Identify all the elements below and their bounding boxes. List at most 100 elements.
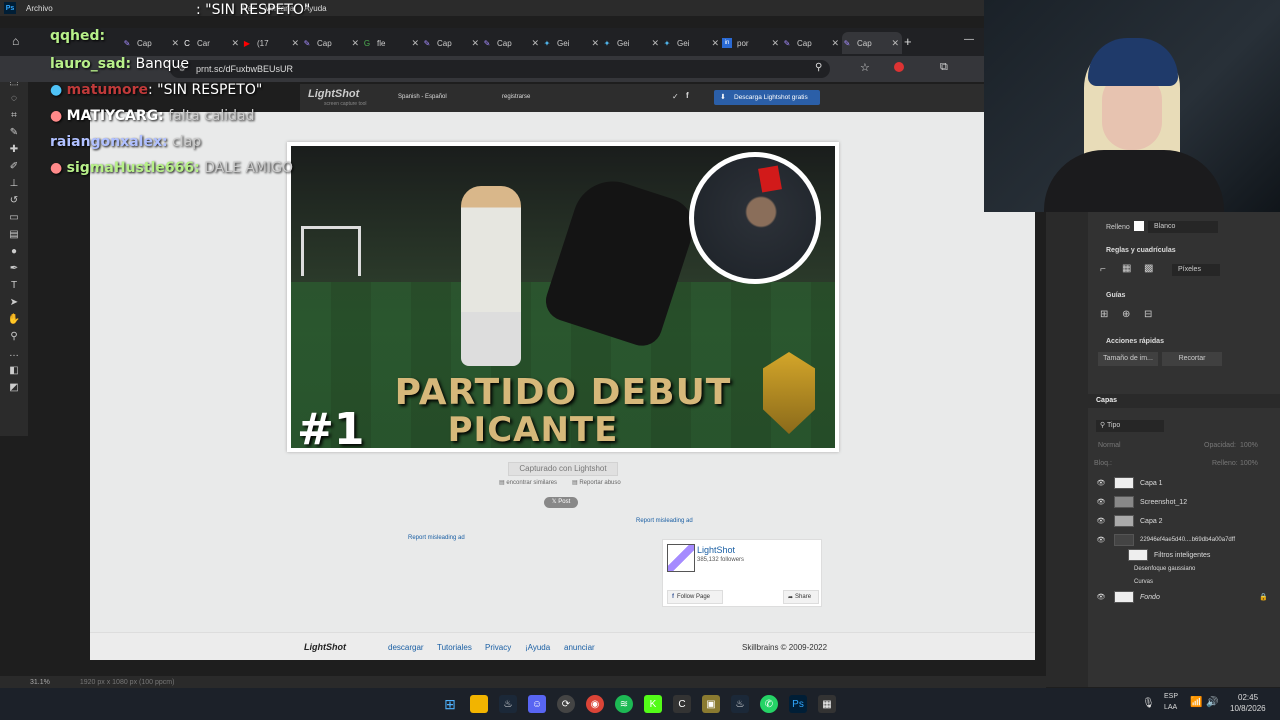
screenshot-image[interactable]: PARTIDO DEBUT PICANTE #1 xyxy=(287,142,839,452)
guides-section-title[interactable]: Guías xyxy=(1088,288,1125,302)
fill-dropdown[interactable]: Blanco xyxy=(1148,221,1218,233)
download-lightshot-button[interactable]: ⬇ Descarga Lightshot gratis xyxy=(714,90,820,105)
footer-link-ayuda[interactable]: ¡Ayuda xyxy=(525,643,550,652)
lasso-tool-icon[interactable]: ◌ xyxy=(0,90,28,107)
browser-tab[interactable]: ✦ Gei ✕ xyxy=(602,32,662,54)
close-tab-icon[interactable]: ✕ xyxy=(891,38,902,49)
browser-tab-active[interactable]: ✎ Cap ✕ xyxy=(842,32,902,54)
visibility-eye-icon[interactable]: 👁 xyxy=(1094,517,1108,525)
visibility-eye-icon[interactable]: 👁 xyxy=(1094,498,1108,506)
quick-actions-title[interactable]: Acciones rápidas xyxy=(1088,334,1164,348)
more-tools-icon[interactable]: … xyxy=(0,345,28,362)
gradient-tool-icon[interactable]: ▤ xyxy=(0,226,28,243)
close-tab-icon[interactable]: ✕ xyxy=(231,38,242,49)
photoshop-icon[interactable]: Ps xyxy=(789,695,807,713)
app-icon[interactable]: ▦ xyxy=(818,695,836,713)
language-indicator[interactable]: ESP xyxy=(1164,693,1178,700)
search-icon[interactable]: ⚲ xyxy=(815,62,822,73)
lightshot-avatar[interactable] xyxy=(667,544,695,572)
fb-page-name[interactable]: LightShot xyxy=(697,545,735,555)
visibility-eye-icon[interactable]: 👁 xyxy=(1094,593,1108,601)
browser-tab[interactable]: C Car ✕ xyxy=(182,32,242,54)
kick-icon[interactable]: K xyxy=(644,695,662,713)
guide-lock-icon[interactable]: ⊟ xyxy=(1144,309,1152,320)
lightshot-logo[interactable]: LightShot xyxy=(308,88,359,100)
browser-tab[interactable]: Gfle ✕ xyxy=(362,32,422,54)
keyboard-layout[interactable]: LAA xyxy=(1164,704,1177,711)
start-icon[interactable]: ⊞ xyxy=(441,695,459,713)
bookmark-star-icon[interactable]: ☆ xyxy=(860,61,870,74)
layer-row[interactable]: 👁 Capa 2 xyxy=(1088,512,1280,530)
report-misleading-ad-link[interactable]: Report misleading ad xyxy=(408,535,465,541)
pen-tool-icon[interactable]: ✒ xyxy=(0,260,28,277)
report-misleading-ad-link[interactable]: Report misleading ad xyxy=(636,518,693,524)
layer-filter-dropdown[interactable]: ⚲ Tipo xyxy=(1096,420,1164,432)
zoom-level[interactable]: 31.1% xyxy=(30,679,50,686)
layer-row[interactable]: 👁 Fondo 🔒 xyxy=(1088,588,1280,606)
zoom-tool-icon[interactable]: ⚲ xyxy=(0,328,28,345)
volume-icon[interactable]: 🔊 xyxy=(1206,697,1218,708)
browser-tab[interactable]: ✎ Cap ✕ xyxy=(482,32,542,54)
follow-page-button[interactable]: f Follow Page xyxy=(667,590,723,604)
browser-tab[interactable]: ✦ Gei ✕ xyxy=(662,32,722,54)
extension-icon[interactable] xyxy=(894,62,904,72)
history-brush-icon[interactable]: ↺ xyxy=(0,192,28,209)
close-tab-icon[interactable]: ✕ xyxy=(771,38,782,49)
app-icon[interactable]: ⟳ xyxy=(557,695,575,713)
close-tab-icon[interactable]: ✕ xyxy=(471,38,482,49)
close-tab-icon[interactable]: ✕ xyxy=(591,38,602,49)
browser-tab[interactable]: ✎ Cap ✕ xyxy=(302,32,362,54)
twitter-icon[interactable]: ✓ xyxy=(672,92,679,101)
guide-add-icon[interactable]: ⊕ xyxy=(1122,309,1130,320)
close-tab-icon[interactable]: ✕ xyxy=(711,38,722,49)
crop-tool-icon[interactable]: ⌗ xyxy=(0,107,28,124)
image-size-button[interactable]: Tamaño de im... xyxy=(1098,352,1158,366)
footer-link-tutoriales[interactable]: Tutoriales xyxy=(437,643,472,652)
browser-tab[interactable]: ✎ Cap ✕ xyxy=(122,32,182,54)
browser-tab[interactable]: ✎ Cap ✕ xyxy=(782,32,842,54)
browser-tab[interactable]: ▶ (17 ✕ xyxy=(242,32,302,54)
footer-link-descargar[interactable]: descargar xyxy=(388,643,424,652)
share-button[interactable]: ➦ Share xyxy=(783,590,819,604)
register-link[interactable]: registrarse xyxy=(502,94,530,100)
menu-archivo[interactable]: Archivo xyxy=(26,4,53,13)
clock-time[interactable]: 02:45 xyxy=(1238,693,1258,702)
app-icon[interactable]: ▣ xyxy=(702,695,720,713)
steam-icon[interactable]: ♨ xyxy=(499,695,517,713)
guide-layout-icon[interactable]: ⊞ xyxy=(1100,309,1108,320)
layer-row[interactable]: 👁 Capa 1 xyxy=(1088,474,1280,492)
footer-logo[interactable]: LightShot xyxy=(304,642,346,652)
footer-link-privacy[interactable]: Privacy xyxy=(485,643,511,652)
pixel-grid-icon[interactable]: ▩ xyxy=(1144,263,1153,274)
browser-tab[interactable]: ✎ Cap ✕ xyxy=(422,32,482,54)
close-tab-icon[interactable]: ✕ xyxy=(411,38,422,49)
close-tab-icon[interactable]: ✕ xyxy=(351,38,362,49)
extensions-puzzle-icon[interactable]: ⧉ xyxy=(940,61,948,74)
ccleaner-icon[interactable]: C xyxy=(673,695,691,713)
close-tab-icon[interactable]: ✕ xyxy=(531,38,542,49)
close-tab-icon[interactable]: ✕ xyxy=(831,38,842,49)
minimize-icon[interactable]: — xyxy=(964,34,974,45)
close-tab-icon[interactable]: ✕ xyxy=(651,38,662,49)
language-select[interactable]: Spanish - Español xyxy=(398,94,447,100)
type-tool-icon[interactable]: T xyxy=(0,277,28,294)
hand-tool-icon[interactable]: ✋ xyxy=(0,311,28,328)
layers-panel-tab[interactable]: Capas xyxy=(1088,394,1280,408)
spotify-icon[interactable]: ≋ xyxy=(615,695,633,713)
fill-swatch[interactable] xyxy=(1134,221,1144,231)
report-abuse-link[interactable]: ▤ Reportar abuso xyxy=(572,479,621,486)
fill-opacity-value[interactable]: 100% xyxy=(1240,460,1258,467)
visibility-eye-icon[interactable]: 👁 xyxy=(1094,536,1108,544)
visibility-eye-icon[interactable]: 👁 xyxy=(1094,479,1108,487)
crop-button[interactable]: Recortar xyxy=(1162,352,1222,366)
healing-tool-icon[interactable]: ✚ xyxy=(0,141,28,158)
units-dropdown[interactable]: Píxeles xyxy=(1172,264,1220,276)
brush-tool-icon[interactable]: ✐ xyxy=(0,158,28,175)
url-field[interactable]: ⚙ prnt.sc/dFuxbwBEUsUR ⚲ xyxy=(170,60,830,78)
whatsapp-icon[interactable]: ✆ xyxy=(760,695,778,713)
close-tab-icon[interactable]: ✕ xyxy=(171,38,182,49)
ruler-icon[interactable]: ⌐ xyxy=(1100,264,1106,275)
new-tab-icon[interactable]: + xyxy=(904,34,912,49)
facebook-icon[interactable]: f xyxy=(686,91,689,100)
clock-date[interactable]: 10/8/2026 xyxy=(1230,704,1266,713)
